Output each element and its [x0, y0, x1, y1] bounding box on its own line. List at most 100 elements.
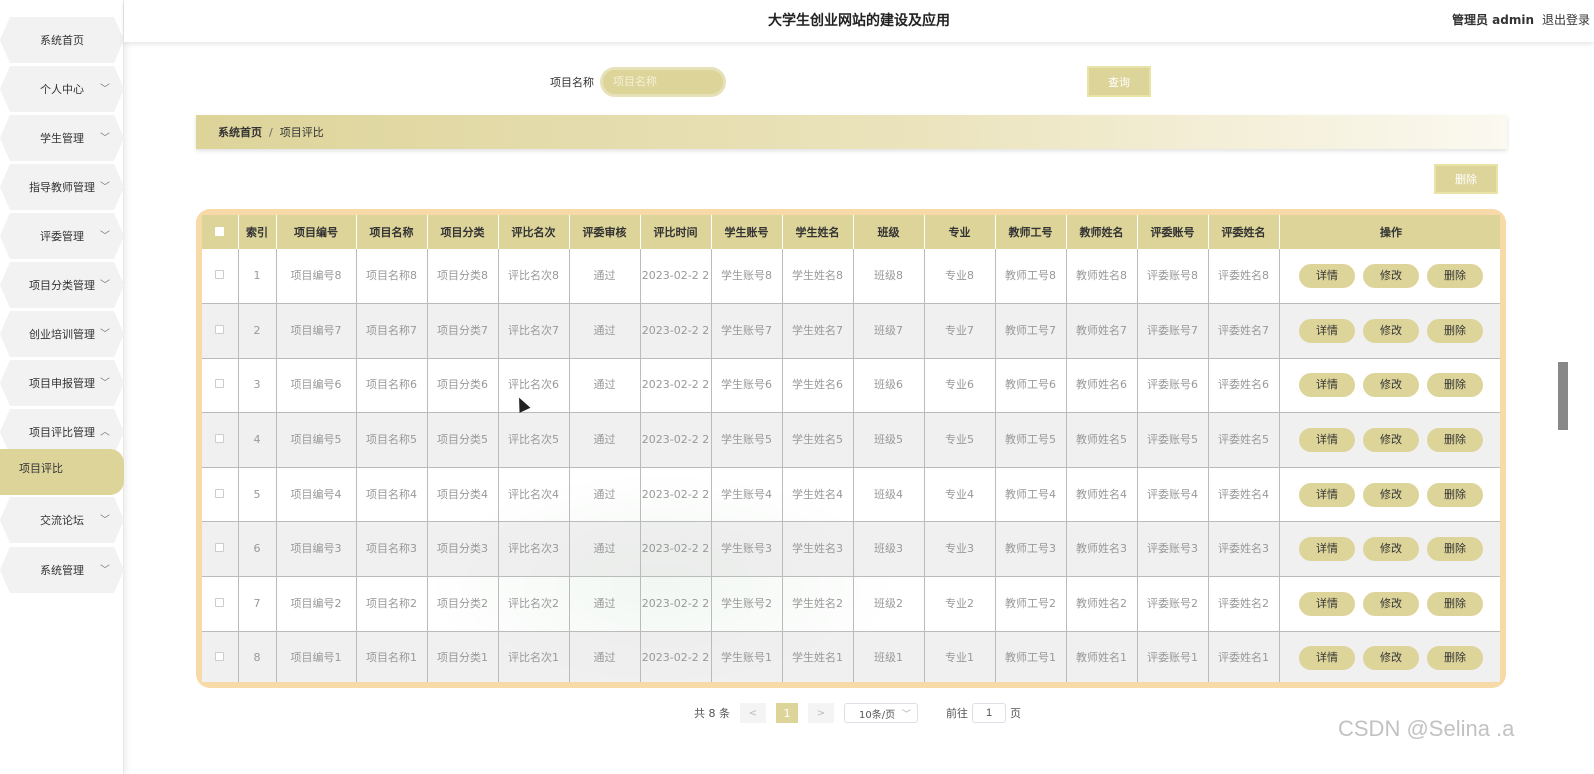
column-header: 教师工号: [995, 215, 1067, 249]
table-cell: 评委账号2: [1137, 576, 1209, 632]
table-cell: 2: [238, 303, 277, 359]
table-cell: 评委姓名3: [1208, 521, 1280, 578]
row-actions: 详情 修改 删除: [1279, 631, 1500, 682]
row-checkbox[interactable]: [215, 434, 225, 444]
row-select-cell: [202, 631, 239, 682]
chevron-icon: ﹀: [100, 280, 110, 291]
row-actions: 详情 修改 删除: [1279, 521, 1500, 578]
sidebar-item-label: 交流论坛: [40, 514, 84, 527]
breadcrumb-current: 项目评比: [279, 126, 324, 139]
detail-button[interactable]: 详情: [1299, 428, 1355, 453]
sidebar-item-label: 评委管理: [40, 230, 84, 243]
delete-button[interactable]: 删除: [1427, 428, 1483, 453]
table-cell: 项目名称5: [356, 412, 428, 468]
table-row: 1 项目编号8 项目名称8 项目分类8 评比名次8 通过 2023-02-2 2 学生账号8 学…: [202, 249, 1500, 305]
sidebar-item-0[interactable]: 系统首页: [0, 17, 124, 63]
batch-delete-button[interactable]: 删除: [1434, 164, 1498, 194]
row-checkbox[interactable]: [215, 652, 225, 662]
table-row: 4 项目编号5 项目名称5 项目分类5 评比名次5 通过 2023-02-2 2 学生账号5 学…: [202, 412, 1500, 468]
sidebar-item-4[interactable]: 评委管理 ﹀: [0, 213, 124, 259]
table-row: 5 项目编号4 项目名称4 项目分类4 评比名次4 通过 2023-02-2 2 学生账号4 学…: [202, 467, 1500, 523]
delete-button[interactable]: 删除: [1427, 482, 1483, 507]
edit-button[interactable]: 修改: [1363, 264, 1419, 289]
edit-button[interactable]: 修改: [1363, 537, 1419, 562]
page-size-select[interactable]: 10条/页 ﹀: [844, 703, 918, 723]
edit-button[interactable]: 修改: [1363, 591, 1419, 616]
sidebar-item-label: 项目评比管理: [29, 426, 95, 439]
row-actions: 详情 修改 删除: [1279, 576, 1500, 632]
table-cell: 评委姓名4: [1208, 467, 1280, 523]
search-input[interactable]: [600, 67, 726, 97]
delete-button[interactable]: 删除: [1427, 318, 1483, 343]
edit-button[interactable]: 修改: [1363, 373, 1419, 398]
page-number-current[interactable]: 1: [776, 703, 798, 723]
logout-link[interactable]: 退出登录: [1542, 11, 1590, 28]
table-cell: 项目编号1: [276, 631, 357, 682]
table-cell: 教师工号3: [995, 521, 1067, 578]
prev-page-button[interactable]: <: [740, 703, 766, 723]
detail-button[interactable]: 详情: [1299, 482, 1355, 507]
table-cell: 8: [238, 631, 277, 682]
column-header: 评委账号: [1137, 215, 1209, 249]
sidebar-item-9[interactable]: 项目评比: [0, 449, 124, 495]
detail-button[interactable]: 详情: [1299, 264, 1355, 289]
delete-button[interactable]: 删除: [1427, 646, 1483, 671]
delete-button[interactable]: 删除: [1427, 537, 1483, 562]
detail-button[interactable]: 详情: [1299, 318, 1355, 343]
breadcrumb-home[interactable]: 系统首页: [218, 124, 262, 140]
table-cell: 班级8: [853, 249, 925, 305]
breadcrumb-separator: /: [269, 125, 273, 139]
sidebar-item-11[interactable]: 系统管理 ﹀: [0, 547, 124, 593]
chevron-icon: ﹀: [100, 515, 110, 526]
delete-button[interactable]: 删除: [1427, 591, 1483, 616]
table-cell: 通过: [569, 576, 641, 632]
row-select-cell: [202, 412, 239, 468]
table-cell: 项目分类6: [427, 358, 499, 414]
goto-page-input[interactable]: [972, 703, 1006, 723]
scrollbar-thumb[interactable]: [1558, 362, 1568, 430]
table-cell: 教师工号7: [995, 303, 1067, 359]
table-cell: 班级5: [853, 412, 925, 468]
delete-button[interactable]: 删除: [1427, 264, 1483, 289]
table-cell: 通过: [569, 303, 641, 359]
row-checkbox[interactable]: [215, 543, 225, 553]
edit-button[interactable]: 修改: [1363, 482, 1419, 507]
table-cell: 学生姓名7: [782, 303, 854, 359]
sidebar-item-5[interactable]: 项目分类管理 ﹀: [0, 262, 124, 308]
edit-button[interactable]: 修改: [1363, 646, 1419, 671]
sidebar-item-label: 学生管理: [40, 132, 84, 145]
row-actions: 详情 修改 删除: [1279, 303, 1500, 359]
row-select-cell: [202, 249, 239, 305]
sidebar-item-3[interactable]: 指导教师管理 ﹀: [0, 164, 124, 210]
chevron-icon: ﹀: [100, 133, 110, 144]
table-cell: 评比名次8: [498, 249, 570, 305]
sidebar-item-10[interactable]: 交流论坛 ﹀: [0, 497, 124, 543]
row-checkbox[interactable]: [215, 488, 225, 498]
pagination: 共 8 条 < 1 > 10条/页 ﹀ 前往 页: [694, 702, 1021, 724]
detail-button[interactable]: 详情: [1299, 537, 1355, 562]
sidebar-item-1[interactable]: 个人中心 ﹀: [0, 66, 124, 112]
detail-button[interactable]: 详情: [1299, 373, 1355, 398]
sidebar-item-2[interactable]: 学生管理 ﹀: [0, 115, 124, 161]
table-cell: 学生账号7: [711, 303, 783, 359]
table-cell: 通过: [569, 358, 641, 414]
table-cell: 评比名次7: [498, 303, 570, 359]
sidebar-item-label: 个人中心: [40, 83, 84, 96]
row-checkbox[interactable]: [215, 379, 225, 389]
chevron-down-icon: ﹀: [901, 710, 911, 720]
select-all-checkbox[interactable]: [215, 226, 225, 236]
table-cell: 评委姓名1: [1208, 631, 1280, 682]
search-button[interactable]: 查询: [1087, 66, 1151, 97]
detail-button[interactable]: 详情: [1299, 591, 1355, 616]
detail-button[interactable]: 详情: [1299, 646, 1355, 671]
delete-button[interactable]: 删除: [1427, 373, 1483, 398]
edit-button[interactable]: 修改: [1363, 428, 1419, 453]
sidebar-item-7[interactable]: 项目申报管理 ﹀: [0, 360, 124, 406]
sidebar-item-6[interactable]: 创业培训管理 ﹀: [0, 311, 124, 357]
edit-button[interactable]: 修改: [1363, 318, 1419, 343]
row-checkbox[interactable]: [215, 324, 225, 334]
row-checkbox[interactable]: [215, 270, 225, 280]
row-checkbox[interactable]: [215, 597, 225, 607]
row-select-cell: [202, 303, 239, 359]
next-page-button[interactable]: >: [808, 703, 834, 723]
